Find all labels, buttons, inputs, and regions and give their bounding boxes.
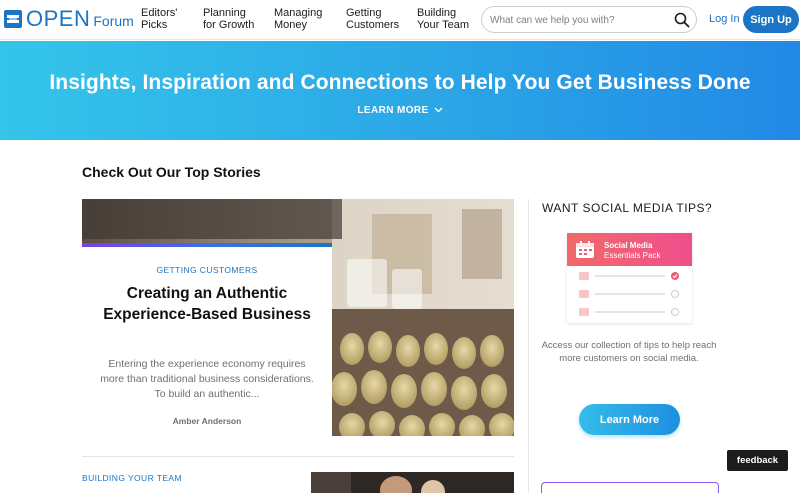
hero-learn-more-label: LEARN MORE [357, 105, 429, 116]
chevron-down-icon [434, 107, 443, 113]
search-icon[interactable] [674, 12, 690, 28]
search-box [481, 6, 697, 33]
search-input[interactable] [490, 12, 670, 28]
signup-button[interactable]: Sign Up [743, 6, 799, 33]
nav-getting-customers[interactable]: Getting Customers [346, 7, 399, 31]
nav-label-line1: Managing [274, 7, 323, 19]
nav-label-line1: Editors' [141, 7, 178, 19]
promo-line1: Social Media [604, 241, 653, 250]
promo-header: Social Media Essentials Pack [567, 233, 692, 266]
sidebar-description: Access our collection of tips to help re… [541, 340, 717, 364]
story-divider [82, 456, 514, 457]
sidebar-title: WANT SOCIAL MEDIA TIPS? [542, 201, 713, 215]
next-story-category[interactable]: BUILDING YOUR TEAM [82, 473, 182, 483]
nav-planning-for-growth[interactable]: Planning for Growth [203, 7, 254, 31]
hero-banner: Insights, Inspiration and Connections to… [0, 41, 800, 140]
login-link[interactable]: Log In [709, 13, 740, 25]
social-media-pack-image[interactable]: Social Media Essentials Pack [567, 233, 692, 323]
nav-label-line2: for Growth [203, 19, 255, 31]
story-title[interactable]: Creating an Authentic Experience-Based B… [102, 283, 312, 325]
story-category[interactable]: GETTING CUSTOMERS [82, 265, 332, 275]
column-divider [528, 199, 529, 493]
nav-label-line2: Your Team [417, 19, 469, 31]
nav-label-line2: Picks [141, 19, 168, 31]
hero-title: Insights, Inspiration and Connections to… [49, 71, 751, 94]
nav-managing-money[interactable]: Managing Money [274, 7, 322, 31]
story-excerpt: Entering the experience economy requires… [100, 358, 314, 400]
nav-label-line1: Planning [203, 7, 246, 19]
nav-building-your-team[interactable]: Building Your Team [417, 7, 469, 31]
nav-label-line1: Getting [346, 7, 382, 19]
feedback-button[interactable]: feedback [727, 450, 788, 471]
nav-label-line2: Money [274, 19, 308, 31]
site-header: OPEN Forum Editors' Picks Planning for G… [0, 0, 800, 40]
section-title: Check Out Our Top Stories [82, 164, 261, 180]
nav-editors-picks[interactable]: Editors' Picks [141, 7, 177, 31]
nav-label-line2: Customers [346, 19, 400, 31]
sidebar-next-widget [541, 482, 719, 493]
checklist-illustration [579, 272, 679, 316]
nav-label-line1: Building [417, 7, 457, 19]
logo-forum-text: Forum [93, 12, 134, 29]
story-author[interactable]: Amber Anderson [82, 416, 332, 426]
site-logo[interactable]: OPEN Forum [4, 6, 134, 31]
logo-open-text: OPEN [26, 6, 91, 31]
promo-line2: Essentials Pack [604, 251, 661, 260]
story-accent-bar [82, 243, 332, 247]
calendar-icon [575, 240, 595, 264]
amex-logo-icon [4, 10, 22, 28]
hero-learn-more-link[interactable]: LEARN MORE [0, 105, 800, 116]
next-story-image[interactable] [311, 472, 514, 493]
people-photo-illustration [311, 472, 514, 493]
learn-more-button[interactable]: Learn More [579, 404, 680, 435]
featured-story-card[interactable]: GETTING CUSTOMERS Creating an Authentic … [82, 243, 332, 437]
